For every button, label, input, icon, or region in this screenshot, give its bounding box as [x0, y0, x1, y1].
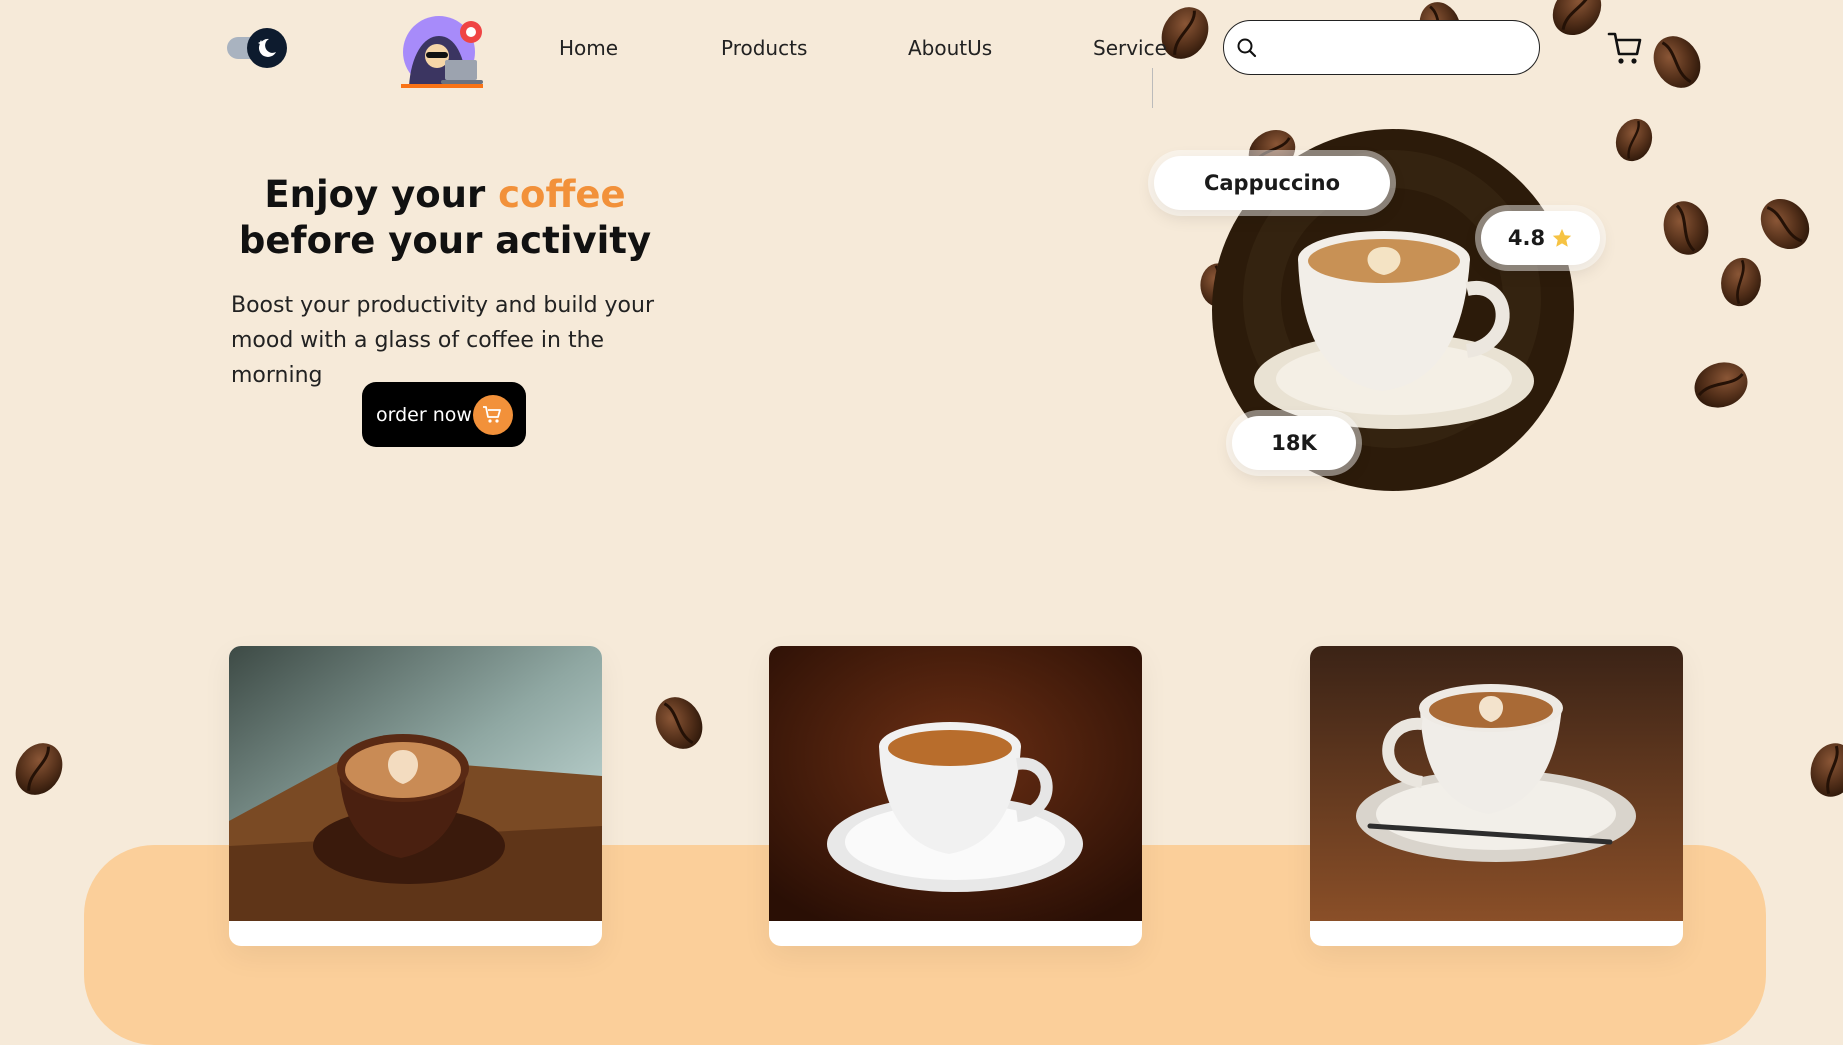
order-now-button[interactable]: order now — [362, 382, 526, 447]
count-value: 18K — [1271, 431, 1317, 455]
cart-icon — [473, 395, 513, 435]
count-badge: 18K — [1232, 416, 1356, 470]
hero-title-accent: coffee — [498, 173, 626, 216]
rating-badge: 4.8 — [1481, 211, 1600, 265]
product-name: Cappuccino — [1203, 171, 1341, 195]
product-name-badge: Cappuccino — [1154, 156, 1390, 210]
product-card-3[interactable] — [1310, 646, 1683, 946]
latte-art-cup-image — [229, 646, 602, 921]
hero-subtitle: Boost your productivity and build your m… — [231, 288, 691, 393]
nav-home[interactable]: Home — [559, 36, 618, 60]
hero-subtitle-line2: mood with a glass of coffee in the morni… — [231, 328, 605, 388]
product-card-2[interactable] — [769, 646, 1142, 946]
espresso-cup-image — [769, 646, 1142, 921]
search-input[interactable] — [1268, 31, 1527, 65]
hero-title-part2: before your activity — [238, 219, 652, 262]
star-icon — [1552, 228, 1572, 247]
theme-toggle[interactable] — [225, 28, 287, 68]
nav-service[interactable]: Service — [1093, 36, 1167, 60]
nav-aboutus[interactable]: AboutUs — [908, 36, 992, 60]
hero-title-part1: Enjoy your — [264, 173, 499, 216]
moon-icon — [247, 28, 287, 68]
order-now-label: order now — [376, 404, 472, 426]
nav-products[interactable]: Products — [721, 36, 807, 60]
latte-with-spoon-image — [1310, 646, 1683, 921]
cart-icon[interactable] — [1606, 28, 1646, 68]
product-card-1[interactable] — [229, 646, 602, 946]
search-icon — [1237, 38, 1257, 58]
hero-subtitle-line1: Boost your productivity and build your — [231, 293, 654, 318]
hacker-avatar-icon[interactable] — [393, 8, 493, 88]
search-box[interactable] — [1223, 20, 1540, 75]
hero-title: Enjoy your coffee before your activity — [210, 172, 680, 264]
nav-divider — [1152, 68, 1153, 108]
rating-value: 4.8 — [1507, 226, 1546, 250]
